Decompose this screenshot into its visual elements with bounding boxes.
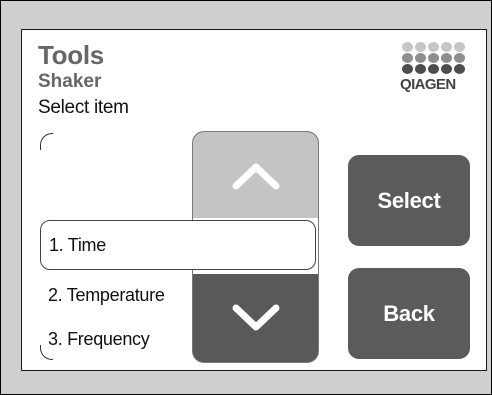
logo-dot-grid (402, 42, 472, 75)
back-button[interactable]: Back (348, 268, 470, 359)
logo-dot (441, 64, 452, 74)
qiagen-logo: QIAGEN (398, 42, 472, 106)
touch-screen: Tools Shaker Select item QIAGEN 1. Time (21, 29, 487, 371)
list-item-time[interactable]: 1. Time (40, 220, 316, 270)
logo-dot (454, 64, 465, 74)
chevron-down-icon (232, 304, 279, 331)
chevron-up-icon (232, 163, 279, 190)
logo-dot (441, 53, 452, 63)
logo-dot (415, 42, 426, 52)
page-subtitle: Shaker (38, 71, 102, 92)
instruction-text: Select item (38, 97, 129, 118)
logo-dot (454, 42, 465, 52)
list-item-label: 3. Frequency (48, 328, 150, 349)
logo-dot (415, 64, 426, 74)
list-item-label: 1. Time (49, 234, 106, 255)
list-top-border (40, 133, 53, 150)
logo-dot (454, 53, 465, 63)
list-item-temperature[interactable]: 2. Temperature (40, 270, 190, 320)
list-item-frequency[interactable]: 3. Frequency (40, 314, 190, 364)
logo-dot (428, 53, 439, 63)
logo-dot (402, 53, 413, 63)
scroll-up-button[interactable] (193, 132, 318, 218)
scroll-down-button[interactable] (193, 274, 318, 362)
logo-dot (428, 42, 439, 52)
logo-dot (415, 53, 426, 63)
device-frame: Tools Shaker Select item QIAGEN 1. Time (0, 0, 492, 395)
select-button[interactable]: Select (348, 155, 470, 246)
list-item-label: 2. Temperature (48, 284, 165, 305)
logo-dot (402, 64, 413, 74)
logo-dot (441, 42, 452, 52)
logo-dot (428, 64, 439, 74)
logo-dot (402, 42, 413, 52)
logo-text: QIAGEN (400, 76, 456, 93)
page-title: Tools (38, 40, 104, 70)
